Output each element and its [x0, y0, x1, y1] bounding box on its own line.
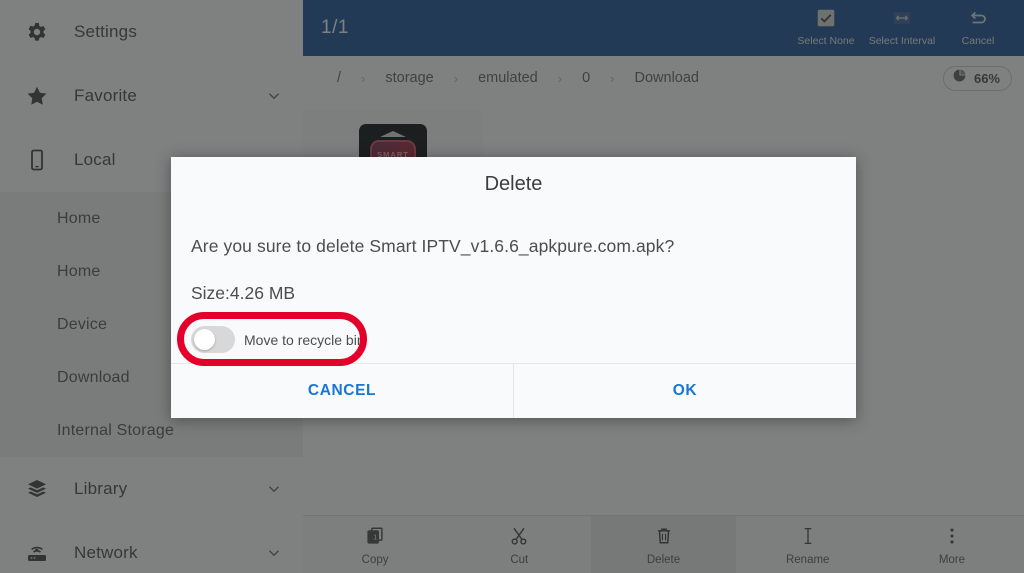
toggle-knob	[194, 329, 215, 350]
recycle-bin-toggle[interactable]	[191, 326, 235, 353]
dialog-ok-button[interactable]: OK	[514, 364, 856, 418]
dialog-body: Are you sure to delete Smart IPTV_v1.6.6…	[171, 196, 856, 366]
recycle-bin-toggle-row[interactable]: Move to recycle bin	[177, 312, 836, 366]
dialog-actions: CANCEL OK	[171, 363, 856, 418]
dialog-cancel-button[interactable]: CANCEL	[171, 364, 513, 418]
dialog-title: Delete	[484, 173, 543, 195]
recycle-bin-toggle-label: Move to recycle bin	[244, 331, 365, 348]
file-manager-app: Settings Favorite Local	[0, 0, 1024, 573]
delete-confirmation-dialog: Delete Are you sure to delete Smart IPTV…	[171, 157, 856, 418]
dialog-message: Are you sure to delete Smart IPTV_v1.6.6…	[191, 236, 675, 256]
dialog-file-size: Size:4.26 MB	[191, 283, 296, 303]
